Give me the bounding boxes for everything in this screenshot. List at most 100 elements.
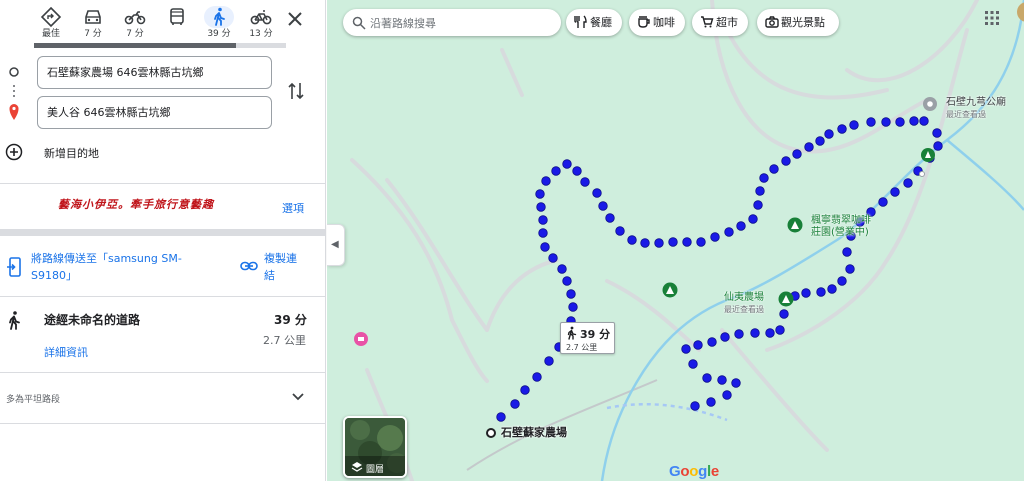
bubble-distance: 2.7 公里 bbox=[566, 343, 598, 352]
layers-icon bbox=[351, 462, 363, 472]
mode-best-label: 最佳 bbox=[41, 29, 60, 39]
copy-link-button[interactable]: 複製連結 bbox=[264, 250, 306, 284]
mode-car[interactable]: 7 分 bbox=[76, 6, 110, 44]
mode-bike[interactable]: 13 分 bbox=[244, 6, 278, 44]
route-dot bbox=[842, 247, 852, 257]
map-canvas[interactable]: 沿著路線搜尋 餐廳 咖啡 超市 觀光景點 石壁九芎公廟 最近查看過 楓寧翡翠咖啡… bbox=[327, 0, 1024, 481]
place-fengyu-name: 楓寧翡翠咖啡 bbox=[811, 215, 871, 226]
place-fengyu-name-2: 莊園(營業中) bbox=[811, 227, 869, 238]
search-along-route[interactable]: 沿著路線搜尋 bbox=[343, 9, 561, 36]
route-dot bbox=[824, 129, 834, 139]
origin-input[interactable]: 石壁蘇家農場 646雲林縣古坑鄉 bbox=[37, 56, 272, 89]
route-dot bbox=[759, 173, 769, 183]
walking-route bbox=[496, 116, 943, 422]
collapse-panel-button[interactable]: ◀ bbox=[327, 224, 345, 266]
mode-transit[interactable] bbox=[160, 6, 194, 44]
route-dot bbox=[890, 187, 900, 197]
bicycle-icon bbox=[244, 6, 278, 28]
details-button[interactable]: 詳細資訊 bbox=[44, 344, 88, 360]
route-dot bbox=[933, 141, 943, 151]
swap-icon[interactable] bbox=[286, 80, 306, 102]
chip-coffee[interactable]: 咖啡 bbox=[629, 9, 685, 36]
search-icon bbox=[352, 16, 366, 30]
route-dot bbox=[538, 215, 548, 225]
route-dot bbox=[932, 128, 942, 138]
route-dot bbox=[688, 359, 698, 369]
link-icon[interactable] bbox=[240, 258, 258, 272]
chip-attractions[interactable]: 觀光景點 bbox=[757, 9, 839, 36]
destination-input[interactable]: 美人谷 646雲林縣古坑鄉 bbox=[37, 96, 272, 129]
send-to-device-link[interactable]: 將路線傳送至「samsung SM-S9180」 bbox=[31, 250, 201, 284]
mode-motorcycle[interactable]: 7 分 bbox=[118, 6, 152, 44]
chip-coffee-label: 咖啡 bbox=[653, 16, 675, 29]
add-destination-button[interactable]: 新增目的地 bbox=[0, 140, 325, 166]
search-placeholder: 沿著路線搜尋 bbox=[370, 17, 436, 30]
chip-supermarket[interactable]: 超市 bbox=[692, 9, 748, 36]
route-dot bbox=[707, 337, 717, 347]
walk-icon bbox=[204, 6, 234, 28]
route-dot bbox=[690, 401, 700, 411]
route-dot bbox=[598, 201, 608, 211]
options-button[interactable]: 選項 bbox=[282, 200, 304, 216]
place-fengyu-coffee[interactable]: 楓寧翡翠咖啡 莊園(營業中) bbox=[811, 215, 871, 239]
close-icon[interactable] bbox=[284, 8, 306, 30]
route-distance: 2.7 公里 bbox=[263, 334, 306, 347]
place-jiuqiong[interactable]: 石壁九芎公廟 最近查看過 bbox=[946, 97, 1006, 121]
mode-walk[interactable]: 39 分 bbox=[202, 6, 236, 44]
chip-supermarket-label: 超市 bbox=[716, 16, 738, 29]
route-dot bbox=[769, 164, 779, 174]
place-xianyi-name: 仙夷農場 bbox=[724, 292, 764, 303]
route-dot bbox=[782, 295, 792, 305]
route-dot bbox=[562, 276, 572, 286]
place-jiuqiong-name: 石壁九芎公廟 bbox=[946, 97, 1006, 108]
route-endpoint-markers bbox=[8, 66, 20, 126]
route-dot bbox=[566, 289, 576, 299]
route-dot bbox=[702, 373, 712, 383]
place-xianyi-sub: 最近查看過 bbox=[724, 305, 764, 314]
route-dot bbox=[801, 288, 811, 298]
route-dot bbox=[717, 375, 727, 385]
route-dot bbox=[827, 284, 837, 294]
chip-restaurants[interactable]: 餐廳 bbox=[566, 9, 622, 36]
route-dot bbox=[682, 237, 692, 247]
route-dot bbox=[753, 200, 763, 210]
send-to-phone-icon[interactable] bbox=[6, 256, 22, 278]
chevron-down-icon[interactable] bbox=[290, 389, 306, 403]
route-dot bbox=[538, 228, 548, 238]
mode-scrollbar[interactable] bbox=[34, 43, 286, 48]
place-xianyi-farm[interactable]: 仙夷農場 最近查看過 bbox=[724, 292, 764, 316]
route-dot bbox=[548, 253, 558, 263]
route-dot bbox=[532, 372, 542, 382]
route-dot bbox=[724, 227, 734, 237]
google-logo: Google bbox=[669, 463, 719, 480]
motorcycle-icon bbox=[118, 6, 152, 28]
divider bbox=[0, 183, 325, 184]
add-destination-label: 新增目的地 bbox=[44, 147, 99, 160]
origin-label[interactable]: 石壁蘇家農場 bbox=[501, 427, 567, 439]
route-dot bbox=[779, 309, 789, 319]
chevron-left-icon: ◀ bbox=[331, 239, 339, 250]
car-icon bbox=[76, 6, 110, 28]
bus-icon bbox=[160, 6, 194, 28]
route-dot bbox=[520, 385, 530, 395]
route-dot bbox=[710, 232, 720, 242]
walk-icon bbox=[6, 310, 22, 332]
route-dot bbox=[557, 264, 567, 274]
route-dot bbox=[775, 325, 785, 335]
route-dot bbox=[866, 117, 876, 127]
mode-bike-label: 13 分 bbox=[249, 29, 273, 39]
walk-icon bbox=[567, 326, 577, 340]
cart-icon bbox=[701, 16, 714, 28]
chip-attractions-label: 觀光景點 bbox=[781, 16, 825, 29]
mode-motorcycle-label: 7 分 bbox=[126, 29, 144, 39]
route-dot bbox=[541, 176, 551, 186]
route-dot bbox=[572, 166, 582, 176]
chip-restaurants-label: 餐廳 bbox=[590, 16, 612, 29]
route-dot bbox=[878, 197, 888, 207]
route-time-bubble[interactable]: 39 分 2.7 公里 bbox=[560, 322, 615, 354]
route-dot bbox=[815, 136, 825, 146]
layers-button[interactable]: 圖層 bbox=[343, 416, 407, 478]
route-dot bbox=[627, 235, 637, 245]
mode-best[interactable]: 最佳 bbox=[34, 6, 68, 44]
apps-grid-icon[interactable] bbox=[984, 10, 1000, 26]
